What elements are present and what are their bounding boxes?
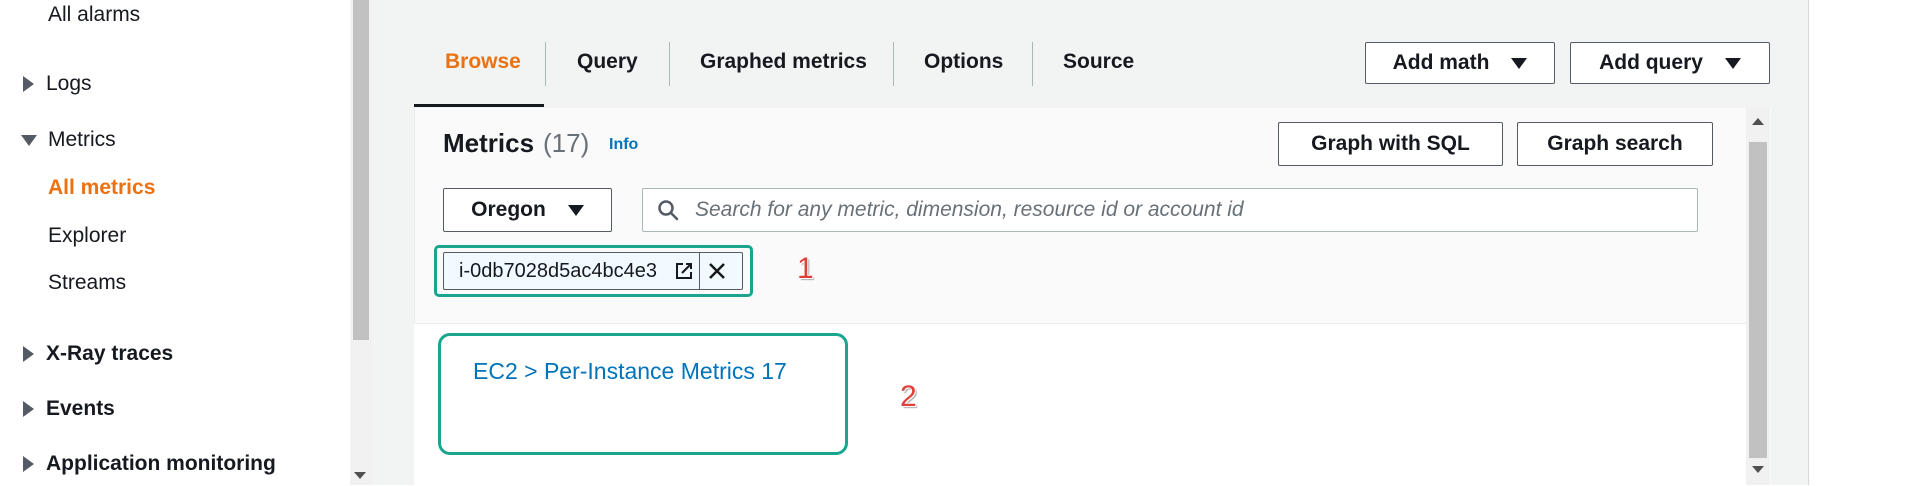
add-math-label: Add math [1392,51,1490,74]
sidebar-item-label: Metrics [48,128,116,151]
region-label: Oregon [471,198,546,221]
sidebar-item-all-metrics[interactable]: All metrics [48,176,155,200]
sidebar-item-events[interactable]: Events [23,397,115,421]
expand-right-icon [23,346,34,362]
tab-divider [1032,42,1033,86]
tab-source[interactable]: Source [1063,50,1134,74]
sidebar-item-xray[interactable]: X-Ray traces [23,342,173,366]
graph-with-sql-label: Graph with SQL [1311,132,1470,155]
caret-down-icon [1511,57,1528,69]
sidebar-item-label: Events [46,397,115,420]
expand-right-icon [23,401,34,417]
tab-divider [893,42,894,86]
sidebar-item-app-monitoring[interactable]: Application monitoring [23,452,276,476]
graph-search-button[interactable]: Graph search [1517,122,1713,166]
tab-query[interactable]: Query [577,50,638,74]
sidebar: All alarms Logs Metrics All metrics Expl… [0,0,350,485]
sidebar-item-label: Application monitoring [46,452,276,475]
sidebar-scrollbar-thumb[interactable] [353,0,369,340]
tab-divider [669,42,670,86]
namespace-result-link[interactable]: EC2 > Per-Instance Metrics 17 [473,358,787,385]
caret-down-icon [567,204,584,216]
info-link[interactable]: Info [609,136,638,154]
expand-right-icon [23,456,34,472]
search-icon [658,200,679,221]
sidebar-item-label: X-Ray traces [46,342,174,365]
metrics-count: (17) [543,128,590,158]
tab-options[interactable]: Options [924,50,1003,74]
caret-down-icon [1724,57,1741,69]
active-tab-indicator [414,104,544,107]
add-math-button[interactable]: Add math [1365,42,1555,84]
sidebar-item-logs[interactable]: Logs [23,72,92,96]
remove-token-icon[interactable] [700,253,734,289]
scroll-down-arrow-icon[interactable] [354,472,366,479]
add-query-label: Add query [1599,51,1703,74]
sidebar-item-metrics[interactable]: Metrics [21,128,116,152]
sidebar-item-streams[interactable]: Streams [48,271,126,295]
expand-right-icon [23,76,34,92]
metrics-heading: Metrics [443,128,535,158]
panel-scrollbar-thumb[interactable] [1749,142,1767,458]
add-query-button[interactable]: Add query [1570,42,1770,84]
annotation-highlight-2 [438,333,848,455]
filter-token-label: i-0db7028d5ac4bc4e3 [459,259,657,282]
tab-divider [545,42,546,86]
tab-browse[interactable]: Browse [445,50,521,74]
expand-down-icon [21,134,37,146]
scroll-down-arrow-icon[interactable] [1752,466,1764,473]
tab-graphed-metrics[interactable]: Graphed metrics [700,50,867,74]
region-select[interactable]: Oregon [443,188,612,232]
sidebar-item-all-alarms[interactable]: All alarms [48,3,140,27]
search-input[interactable] [693,197,1657,223]
annotation-number-2: 2 [900,380,917,413]
graph-with-sql-button[interactable]: Graph with SQL [1278,122,1503,166]
annotation-number-1: 1 [797,252,814,285]
scroll-up-arrow-icon[interactable] [1752,118,1764,125]
sidebar-item-explorer[interactable]: Explorer [48,224,126,248]
metric-search-field[interactable] [642,188,1698,232]
sidebar-item-label: Logs [46,72,92,95]
graph-search-label: Graph search [1547,132,1683,155]
right-panel [1808,0,1920,485]
edit-token-icon[interactable] [669,253,699,289]
filter-token[interactable]: i-0db7028d5ac4bc4e3 [443,252,743,290]
